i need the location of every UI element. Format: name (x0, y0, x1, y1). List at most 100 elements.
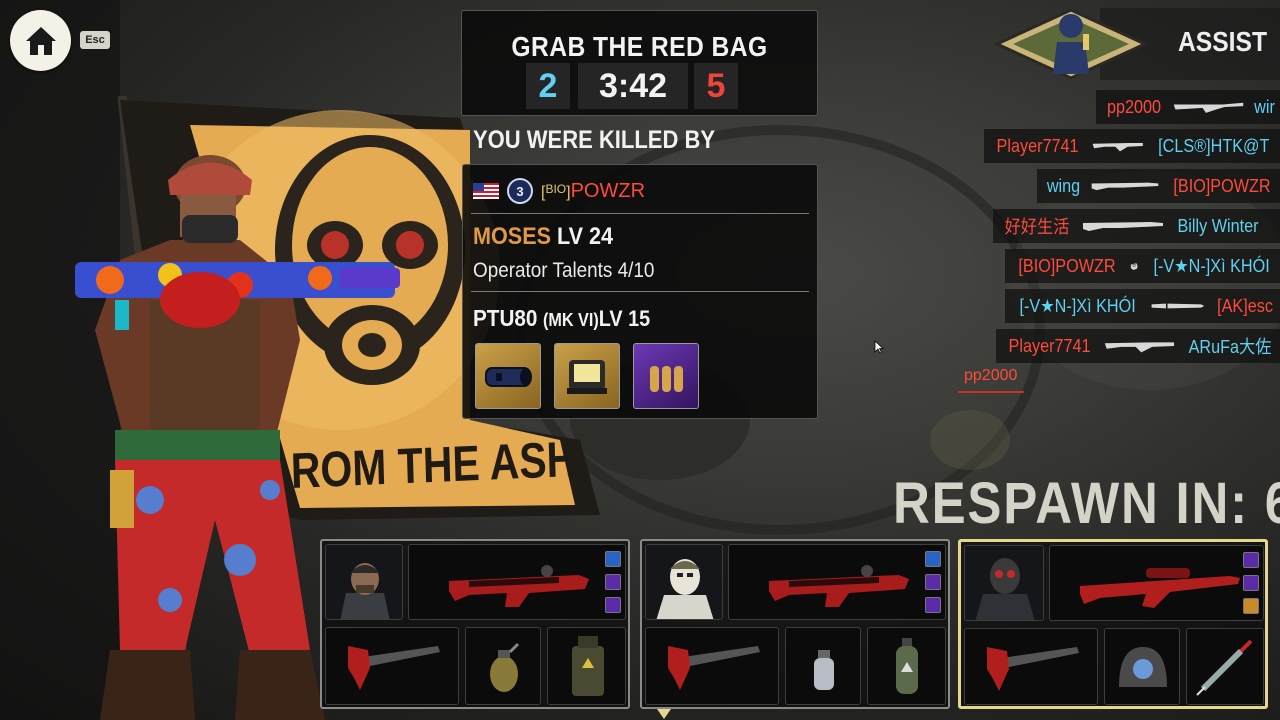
banner-slogan: ROM THE ASH (290, 430, 577, 499)
attachment-slot-icon (925, 597, 941, 613)
attachment-slot-icon (1243, 598, 1259, 614)
killer-clan-tag: BIO (545, 181, 567, 196)
operator-beanie-icon (326, 545, 402, 619)
feed-killer: Player7741 (996, 135, 1079, 156)
attachment-slot-icon (605, 574, 621, 590)
primary-weapon-slot[interactable] (408, 544, 626, 620)
melee-weapon-slot[interactable] (645, 627, 779, 705)
killer-identity-row: 3 [BIO]POWZR (473, 177, 645, 205)
red-camo-smg-icon (449, 565, 589, 607)
kill-feed-row: Player7741 [CLS®]HTK@T (984, 129, 1280, 163)
operator-portrait (325, 544, 403, 620)
match-timer: 3:42 (578, 63, 688, 109)
operator-portrait (645, 544, 723, 620)
feed-killer: wing (1046, 175, 1081, 196)
stim-syringe-icon (1196, 639, 1253, 696)
operator-talents: Operator Talents 4/10 (473, 259, 655, 282)
attachment-slot-icon (605, 597, 621, 613)
respawn-countdown: RESPAWN IN: 6 (893, 471, 1280, 536)
red-tomahawk-icon (668, 646, 760, 690)
red-team-score: 5 (694, 63, 738, 109)
feed-killer: 好好生活 (1004, 217, 1070, 237)
feed-victim: [CLS®]HTK@T (1158, 135, 1270, 156)
primary-weapon-slot[interactable] (728, 544, 946, 620)
muzzle-brake-icon (485, 367, 532, 387)
operator-level: LV 24 (557, 223, 614, 250)
holo-sight-icon (567, 360, 607, 394)
equipment-slot-2[interactable] (547, 627, 626, 705)
loadout-card-3-selected[interactable] (958, 539, 1268, 709)
rifle-icon (1092, 142, 1143, 152)
shotgun-icon (1083, 222, 1163, 231)
primary-weapon-slot[interactable] (1049, 545, 1264, 621)
spectated-player-health-bar (958, 391, 1024, 393)
helmet-icon (1119, 647, 1167, 687)
knife-icon (1151, 303, 1205, 309)
operator-name: MOSES (473, 223, 552, 250)
loadout-card-2[interactable] (640, 539, 950, 709)
feed-victim: [-V★N-]Xì KHÓI (1153, 255, 1270, 276)
equipment-slot-2[interactable] (867, 627, 946, 705)
kill-feed-row: [-V★N-]Xì KHÓI [AK]esc (1005, 289, 1280, 323)
divider (471, 213, 809, 214)
weapon-line: PTU80 (MK VI)LV 15 (473, 305, 650, 332)
operator-mask-icon (646, 545, 722, 619)
killed-by-title: YOU WERE KILLED BY (473, 126, 716, 154)
spectated-player-name: pp2000 (964, 367, 1018, 384)
killer-player-name: POWZR (570, 179, 646, 202)
ammo-attachment[interactable] (633, 343, 699, 409)
equipment-slot-1[interactable] (465, 627, 541, 705)
operator-skull-mask-icon (965, 546, 1043, 620)
home-button[interactable] (10, 10, 71, 71)
us-flag-icon (473, 183, 499, 199)
melee-weapon-slot[interactable] (964, 628, 1098, 705)
feed-victim: [BIO]POWZR (1173, 175, 1271, 196)
red-tomahawk-icon (987, 647, 1079, 691)
equipment-slot-1[interactable] (1104, 628, 1180, 705)
attachment-slot-icon (1243, 575, 1259, 591)
gas-canister-icon (896, 638, 918, 694)
frag-grenade-icon (490, 642, 520, 692)
assist-medal-icon (993, 8, 1149, 80)
operator-portrait (964, 545, 1044, 621)
red-camo-smg-icon (769, 565, 909, 607)
feed-killer: [BIO]POWZR (1018, 255, 1116, 276)
divider (471, 291, 809, 292)
killer-info-panel: 3 [BIO]POWZR MOSES LV 24 Operator Talent… (462, 164, 818, 419)
match-score-panel: GRAB THE RED BAG 2 3:42 5 (461, 10, 818, 116)
weapon-mark: (MK VI) (542, 310, 599, 330)
kill-feed-row: Player7741 ARuFa大佐 (996, 329, 1280, 363)
killer-name: [BIO]POWZR (541, 179, 646, 202)
attachment-slot-icon (1243, 552, 1259, 568)
feed-victim: ARuFa大佐 (1188, 337, 1272, 357)
feed-killer: Player7741 (1008, 335, 1091, 356)
smoke-grenade-icon (814, 650, 834, 690)
equipment-slot-1[interactable] (785, 627, 861, 705)
melee-weapon-slot[interactable] (325, 627, 459, 705)
loadout-card-1[interactable] (320, 539, 630, 709)
kill-feed-row: wing [BIO]POWZR (1037, 169, 1280, 203)
attachment-slot-icon (605, 551, 621, 567)
machine-gun-icon (1173, 102, 1244, 113)
shotgun-icon (1091, 182, 1159, 191)
feed-victim: Billy Winter (1177, 215, 1259, 236)
red-camo-sniper-icon (1080, 568, 1240, 608)
sight-attachment[interactable] (554, 343, 620, 409)
blue-team-score: 2 (526, 63, 570, 109)
loadout-selector-pointer (657, 709, 671, 719)
tactical-vest-icon (572, 636, 604, 696)
feed-victim: wir (1254, 96, 1275, 117)
kill-feed-row: 好好生活 Billy Winter (993, 209, 1280, 243)
kill-feed-row: pp2000 wir (1096, 90, 1280, 124)
feed-killer: pp2000 (1107, 96, 1162, 117)
game-mode-title: GRAB THE RED BAG (511, 31, 768, 62)
rifle-icon (1104, 342, 1175, 353)
muzzle-attachment[interactable] (475, 343, 541, 409)
assist-label: ASSIST (1178, 26, 1268, 57)
red-tomahawk-icon (348, 646, 440, 690)
kill-feed-row: [BIO]POWZR [-V★N-]Xì KHÓI (1005, 249, 1280, 283)
equipment-slot-2[interactable] (1186, 628, 1264, 705)
feed-victim: [AK]esc (1217, 295, 1273, 316)
operator-line: MOSES LV 24 (473, 223, 613, 251)
weapon-level: LV 15 (598, 306, 651, 331)
